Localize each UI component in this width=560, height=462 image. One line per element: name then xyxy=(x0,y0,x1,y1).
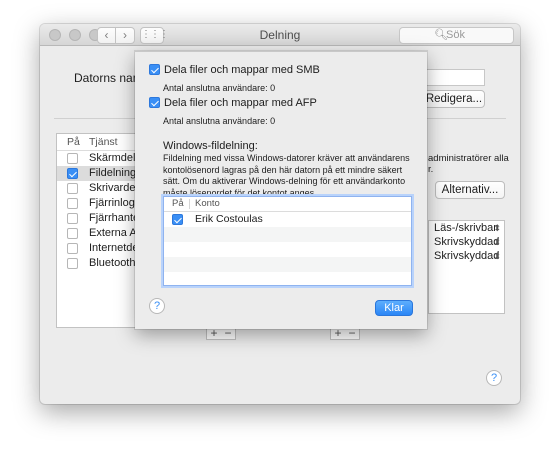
search-icon: 🔍︎ xyxy=(434,29,448,41)
service-label: Fildelning xyxy=(89,167,137,179)
afp-connected-users: Antal anslutna användare: 0 xyxy=(163,116,276,126)
service-checkbox[interactable] xyxy=(67,198,78,209)
title-bar: ‹ › ⋮⋮⋮ Delning 🔍︎ Sök xyxy=(40,24,520,46)
permission-label: Läs-/skrivbar xyxy=(434,222,497,234)
account-checkbox[interactable] xyxy=(172,214,183,225)
help-button[interactable]: ? xyxy=(486,370,502,386)
permission-popup[interactable]: Skrivskyddad ⬍ xyxy=(429,249,504,263)
account-table-header: På Konto xyxy=(164,197,411,212)
permission-popup[interactable]: Läs-/skrivbar ⬍ xyxy=(429,221,504,235)
permission-label: Skrivskyddad xyxy=(434,236,500,248)
column-divider xyxy=(189,199,190,209)
account-table: På Konto Erik Costoulas xyxy=(163,196,412,286)
service-checkbox[interactable] xyxy=(67,168,78,179)
permission-popup[interactable]: Skrivskyddad ⬍ xyxy=(429,235,504,249)
service-checkbox[interactable] xyxy=(67,213,78,224)
empty-row xyxy=(164,257,411,272)
column-header-on: På xyxy=(67,136,80,148)
column-header-on: På xyxy=(172,198,184,209)
updown-arrow-icon: ⬍ xyxy=(493,223,501,233)
help-button[interactable]: ? xyxy=(149,298,165,314)
info-line: r. xyxy=(428,164,434,175)
sharing-info-text: administratörer alla r. xyxy=(428,153,509,175)
service-checkbox[interactable] xyxy=(67,258,78,269)
windows-sharing-title: Windows-fildelning: xyxy=(163,140,258,152)
computer-name-field[interactable] xyxy=(425,69,485,86)
account-name: Erik Costoulas xyxy=(195,213,263,225)
permission-label: Skrivskyddad xyxy=(434,250,500,262)
updown-arrow-icon: ⬍ xyxy=(493,237,501,247)
service-checkbox[interactable] xyxy=(67,243,78,254)
afp-option[interactable]: Dela filer och mappar med AFP xyxy=(149,97,317,109)
service-checkbox[interactable] xyxy=(67,228,78,239)
smb-checkbox[interactable] xyxy=(149,64,160,75)
empty-row xyxy=(164,242,411,257)
service-checkbox[interactable] xyxy=(67,153,78,164)
afp-checkbox[interactable] xyxy=(149,97,160,108)
search-placeholder: Sök xyxy=(446,29,465,41)
windows-sharing-description: Fildelning med vissa Windows-datorer krä… xyxy=(163,153,410,198)
service-checkbox[interactable] xyxy=(67,183,78,194)
edit-button[interactable]: Redigera... xyxy=(423,90,485,108)
column-header-account: Konto xyxy=(195,198,220,209)
permissions-list: Läs-/skrivbar ⬍ Skrivskyddad ⬍ Skrivskydda… xyxy=(428,220,505,314)
done-button[interactable]: Klar xyxy=(375,300,413,316)
options-button[interactable]: Alternativ... xyxy=(435,181,505,199)
smb-label: Dela filer och mappar med SMB xyxy=(164,64,320,76)
info-line: administratörer alla xyxy=(428,153,509,164)
account-row[interactable]: Erik Costoulas xyxy=(164,212,411,227)
column-header-service: Tjänst xyxy=(89,136,118,148)
file-sharing-options-sheet: Dela filer och mappar med SMB Antal ansl… xyxy=(135,51,427,329)
smb-connected-users: Antal anslutna användare: 0 xyxy=(163,83,276,93)
updown-arrow-icon: ⬍ xyxy=(493,251,501,261)
smb-option[interactable]: Dela filer och mappar med SMB xyxy=(149,64,320,76)
search-field[interactable]: 🔍︎ Sök xyxy=(399,27,514,44)
empty-row xyxy=(164,227,411,242)
afp-label: Dela filer och mappar med AFP xyxy=(164,97,317,109)
